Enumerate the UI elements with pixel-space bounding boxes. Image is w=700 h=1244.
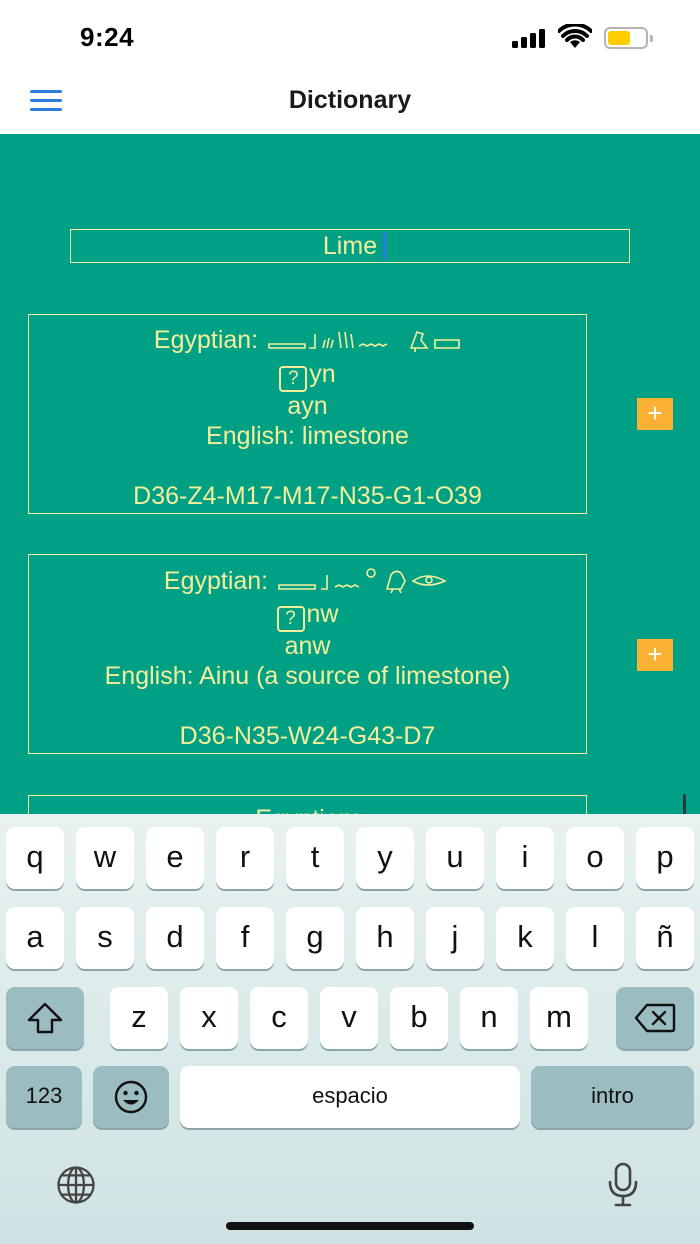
battery-icon	[604, 27, 653, 49]
transliteration-line: ? nw	[29, 599, 586, 632]
key-w[interactable]: w	[76, 827, 134, 889]
hieroglyph-icon	[278, 568, 447, 593]
key-c[interactable]: c	[250, 987, 308, 1049]
status-time: 9:24	[80, 22, 135, 52]
egyptian-line: Egyptian:	[29, 565, 586, 596]
egyptian-label: Egyptian:	[153, 326, 259, 354]
key-g[interactable]: g	[286, 907, 344, 969]
transliteration-line: ? yn	[29, 359, 586, 392]
key-s[interactable]: s	[76, 907, 134, 969]
key-k[interactable]: k	[496, 907, 554, 969]
key-n[interactable]: n	[460, 987, 518, 1049]
transliteration: nw	[306, 600, 339, 628]
key-d[interactable]: d	[146, 907, 204, 969]
key-e[interactable]: e	[146, 827, 204, 889]
dictionary-entry[interactable]: Egyptian: ? yn ayn English: limestone D36…	[28, 314, 587, 514]
unknown-glyph-icon: ?	[279, 366, 308, 392]
key-z[interactable]: z	[110, 987, 168, 1049]
english-translation: English: limestone	[206, 422, 409, 450]
hieroglyph-icon	[268, 330, 460, 352]
space-key[interactable]: espacio	[180, 1066, 520, 1128]
key-t[interactable]: t	[286, 827, 344, 889]
key-x[interactable]: x	[180, 987, 238, 1049]
return-key[interactable]: intro	[531, 1066, 694, 1128]
shift-icon	[27, 1002, 63, 1034]
dictionary-content[interactable]: Egyptian: ?yn ayn English: limestone D36…	[0, 134, 700, 814]
key-y[interactable]: y	[356, 827, 414, 889]
key-r[interactable]: r	[216, 827, 274, 889]
key-l[interactable]: l	[566, 907, 624, 969]
egyptian-label: Egyptian:	[29, 804, 586, 814]
key-p[interactable]: p	[636, 827, 694, 889]
cellular-signal-icon	[512, 28, 548, 48]
navigation-bar: Dictionary	[0, 70, 700, 134]
search-input[interactable]	[70, 229, 630, 263]
microphone-icon[interactable]	[606, 1162, 640, 1208]
egyptian-label: Egyptian:	[163, 567, 269, 595]
unknown-glyph-icon: ?	[276, 606, 305, 632]
delete-key[interactable]	[616, 987, 694, 1049]
globe-icon[interactable]	[52, 1164, 100, 1206]
home-indicator[interactable]	[226, 1222, 474, 1230]
transcription: ayn	[287, 392, 328, 420]
key-o[interactable]: o	[566, 827, 624, 889]
gardiner-code: D36-N35-W24-G43-D7	[179, 722, 436, 750]
key-m[interactable]: m	[530, 987, 588, 1049]
key-f[interactable]: f	[216, 907, 274, 969]
key-u[interactable]: u	[426, 827, 484, 889]
key-i[interactable]: i	[496, 827, 554, 889]
english-translation: English: Ainu (a source of limestone)	[104, 662, 511, 690]
transliteration: yn	[309, 360, 336, 388]
dictionary-entry[interactable]: Egyptian: ? nw anw English: Ainu (a sourc…	[28, 554, 587, 754]
emoji-key[interactable]	[93, 1066, 169, 1128]
key-v[interactable]: v	[320, 987, 378, 1049]
key-a[interactable]: a	[6, 907, 64, 969]
status-bar: 9:24	[0, 0, 700, 70]
add-entry-button[interactable]: +	[637, 639, 673, 671]
egyptian-line: Egyptian:	[29, 325, 586, 355]
text-cursor	[383, 232, 386, 260]
shift-key[interactable]	[6, 987, 84, 1049]
key-h[interactable]: h	[356, 907, 414, 969]
wifi-icon	[558, 24, 592, 48]
scroll-indicator[interactable]	[683, 794, 686, 814]
keyboard: q w e r t y u i o p a s d f g h j k l ñ …	[0, 814, 700, 1244]
emoji-icon	[114, 1080, 148, 1114]
dictionary-entry[interactable]: Egyptian:	[28, 795, 587, 814]
key-q[interactable]: q	[6, 827, 64, 889]
gardiner-code: D36-Z4-M17-M17-N35-G1-O39	[133, 482, 482, 510]
add-entry-button[interactable]: +	[637, 398, 673, 430]
page-title: Dictionary	[288, 86, 412, 114]
key-b[interactable]: b	[390, 987, 448, 1049]
backspace-icon	[634, 1003, 676, 1033]
transcription: anw	[284, 632, 331, 660]
key-n-tilde[interactable]: ñ	[636, 907, 694, 969]
numbers-key[interactable]: 123	[6, 1066, 82, 1128]
key-j[interactable]: j	[426, 907, 484, 969]
